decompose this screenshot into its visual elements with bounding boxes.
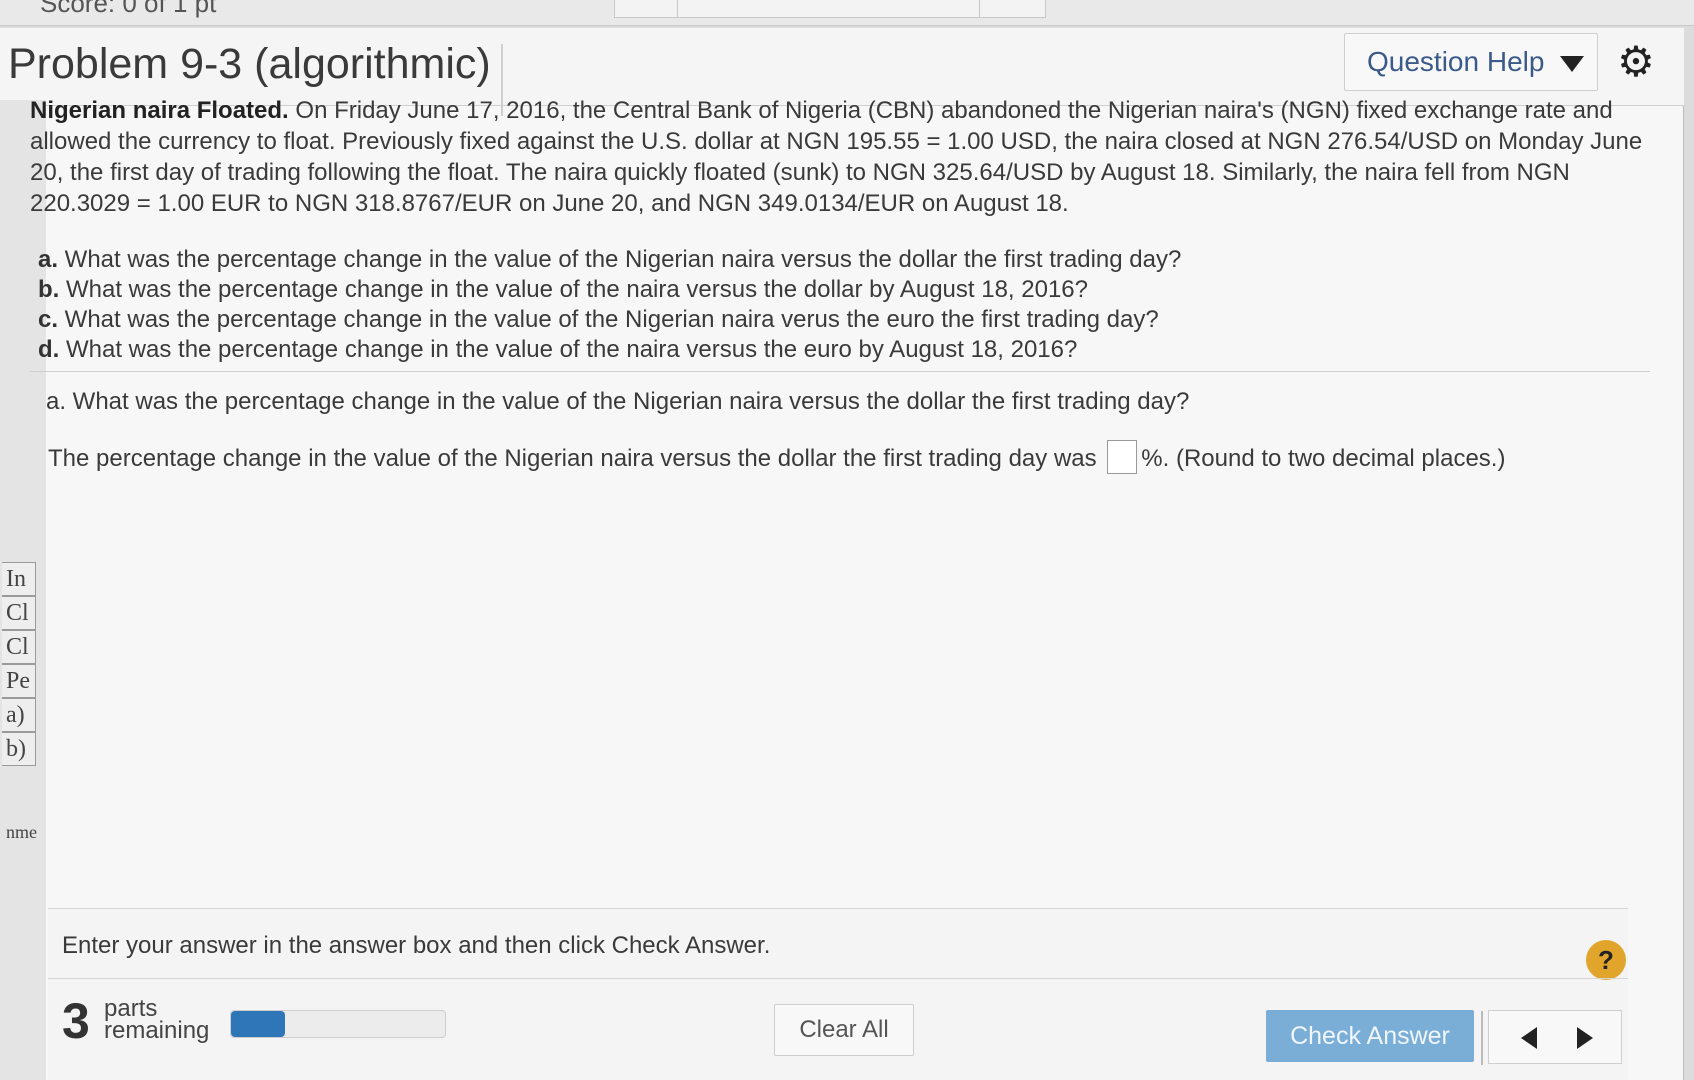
problem-lead: Nigerian naira Floated.: [30, 97, 289, 124]
question-item: d. What was the percentage change in the…: [38, 336, 1078, 363]
problem-statement: Nigerian naira Floated. On Friday June 1…: [30, 95, 1660, 219]
answer-suffix: %. (Round to two decimal places.): [1141, 445, 1506, 472]
question-item: a. What was the percentage change in the…: [38, 246, 1182, 273]
triangle-right-icon[interactable]: [1577, 1027, 1593, 1049]
triangle-left-icon[interactable]: [1521, 1027, 1537, 1049]
instructions-text: Enter your answer in the answer box and …: [62, 932, 771, 959]
left-fragment-1[interactable]: In: [2, 562, 36, 596]
left-fragment-4[interactable]: Pe: [2, 664, 36, 698]
clear-all-button[interactable]: Clear All: [774, 1004, 914, 1056]
left-fragment-6[interactable]: b): [2, 732, 36, 766]
top-bar: Score: 0 of 1 pt: [0, 0, 1694, 26]
gear-icon[interactable]: ⚙: [1614, 40, 1658, 84]
footer-divider: [48, 978, 1628, 979]
left-fragment-5[interactable]: a): [2, 698, 36, 732]
answer-prefix: The percentage change in the value of th…: [48, 445, 1097, 472]
left-fragment-3[interactable]: Cl: [2, 630, 36, 664]
question-help-button[interactable]: Question Help: [1344, 33, 1598, 91]
question-help-label: Question Help: [1367, 46, 1545, 77]
progress-fill: [231, 1011, 285, 1037]
section-divider: [30, 371, 1650, 372]
left-fragment-7: nme: [6, 822, 37, 842]
current-part-question: a. What was the percentage change in the…: [46, 388, 1190, 415]
progress-bar: [230, 1010, 446, 1038]
answer-sentence: The percentage change in the value of th…: [48, 439, 1506, 474]
answer-input[interactable]: [1107, 439, 1138, 474]
question-list: a. What was the percentage change in the…: [30, 245, 1660, 365]
question-nav: [1481, 1010, 1622, 1065]
left-fragment-2[interactable]: Cl: [2, 596, 36, 630]
question-item: c. What was the percentage change in the…: [38, 306, 1159, 333]
check-answer-button[interactable]: Check Answer: [1266, 1010, 1474, 1062]
top-tab-strip: [614, 0, 1046, 18]
question-item: b. What was the percentage change in the…: [38, 276, 1088, 303]
problem-content: Nigerian naira Floated. On Friday June 1…: [30, 95, 1660, 365]
parts-remaining-count: 3: [62, 993, 90, 1049]
parts-remaining-label: parts remaining: [104, 995, 210, 1044]
help-icon[interactable]: ?: [1586, 940, 1626, 980]
caret-down-icon: [1560, 55, 1585, 72]
score-fragment: Score: 0 of 1 pt: [40, 0, 217, 18]
